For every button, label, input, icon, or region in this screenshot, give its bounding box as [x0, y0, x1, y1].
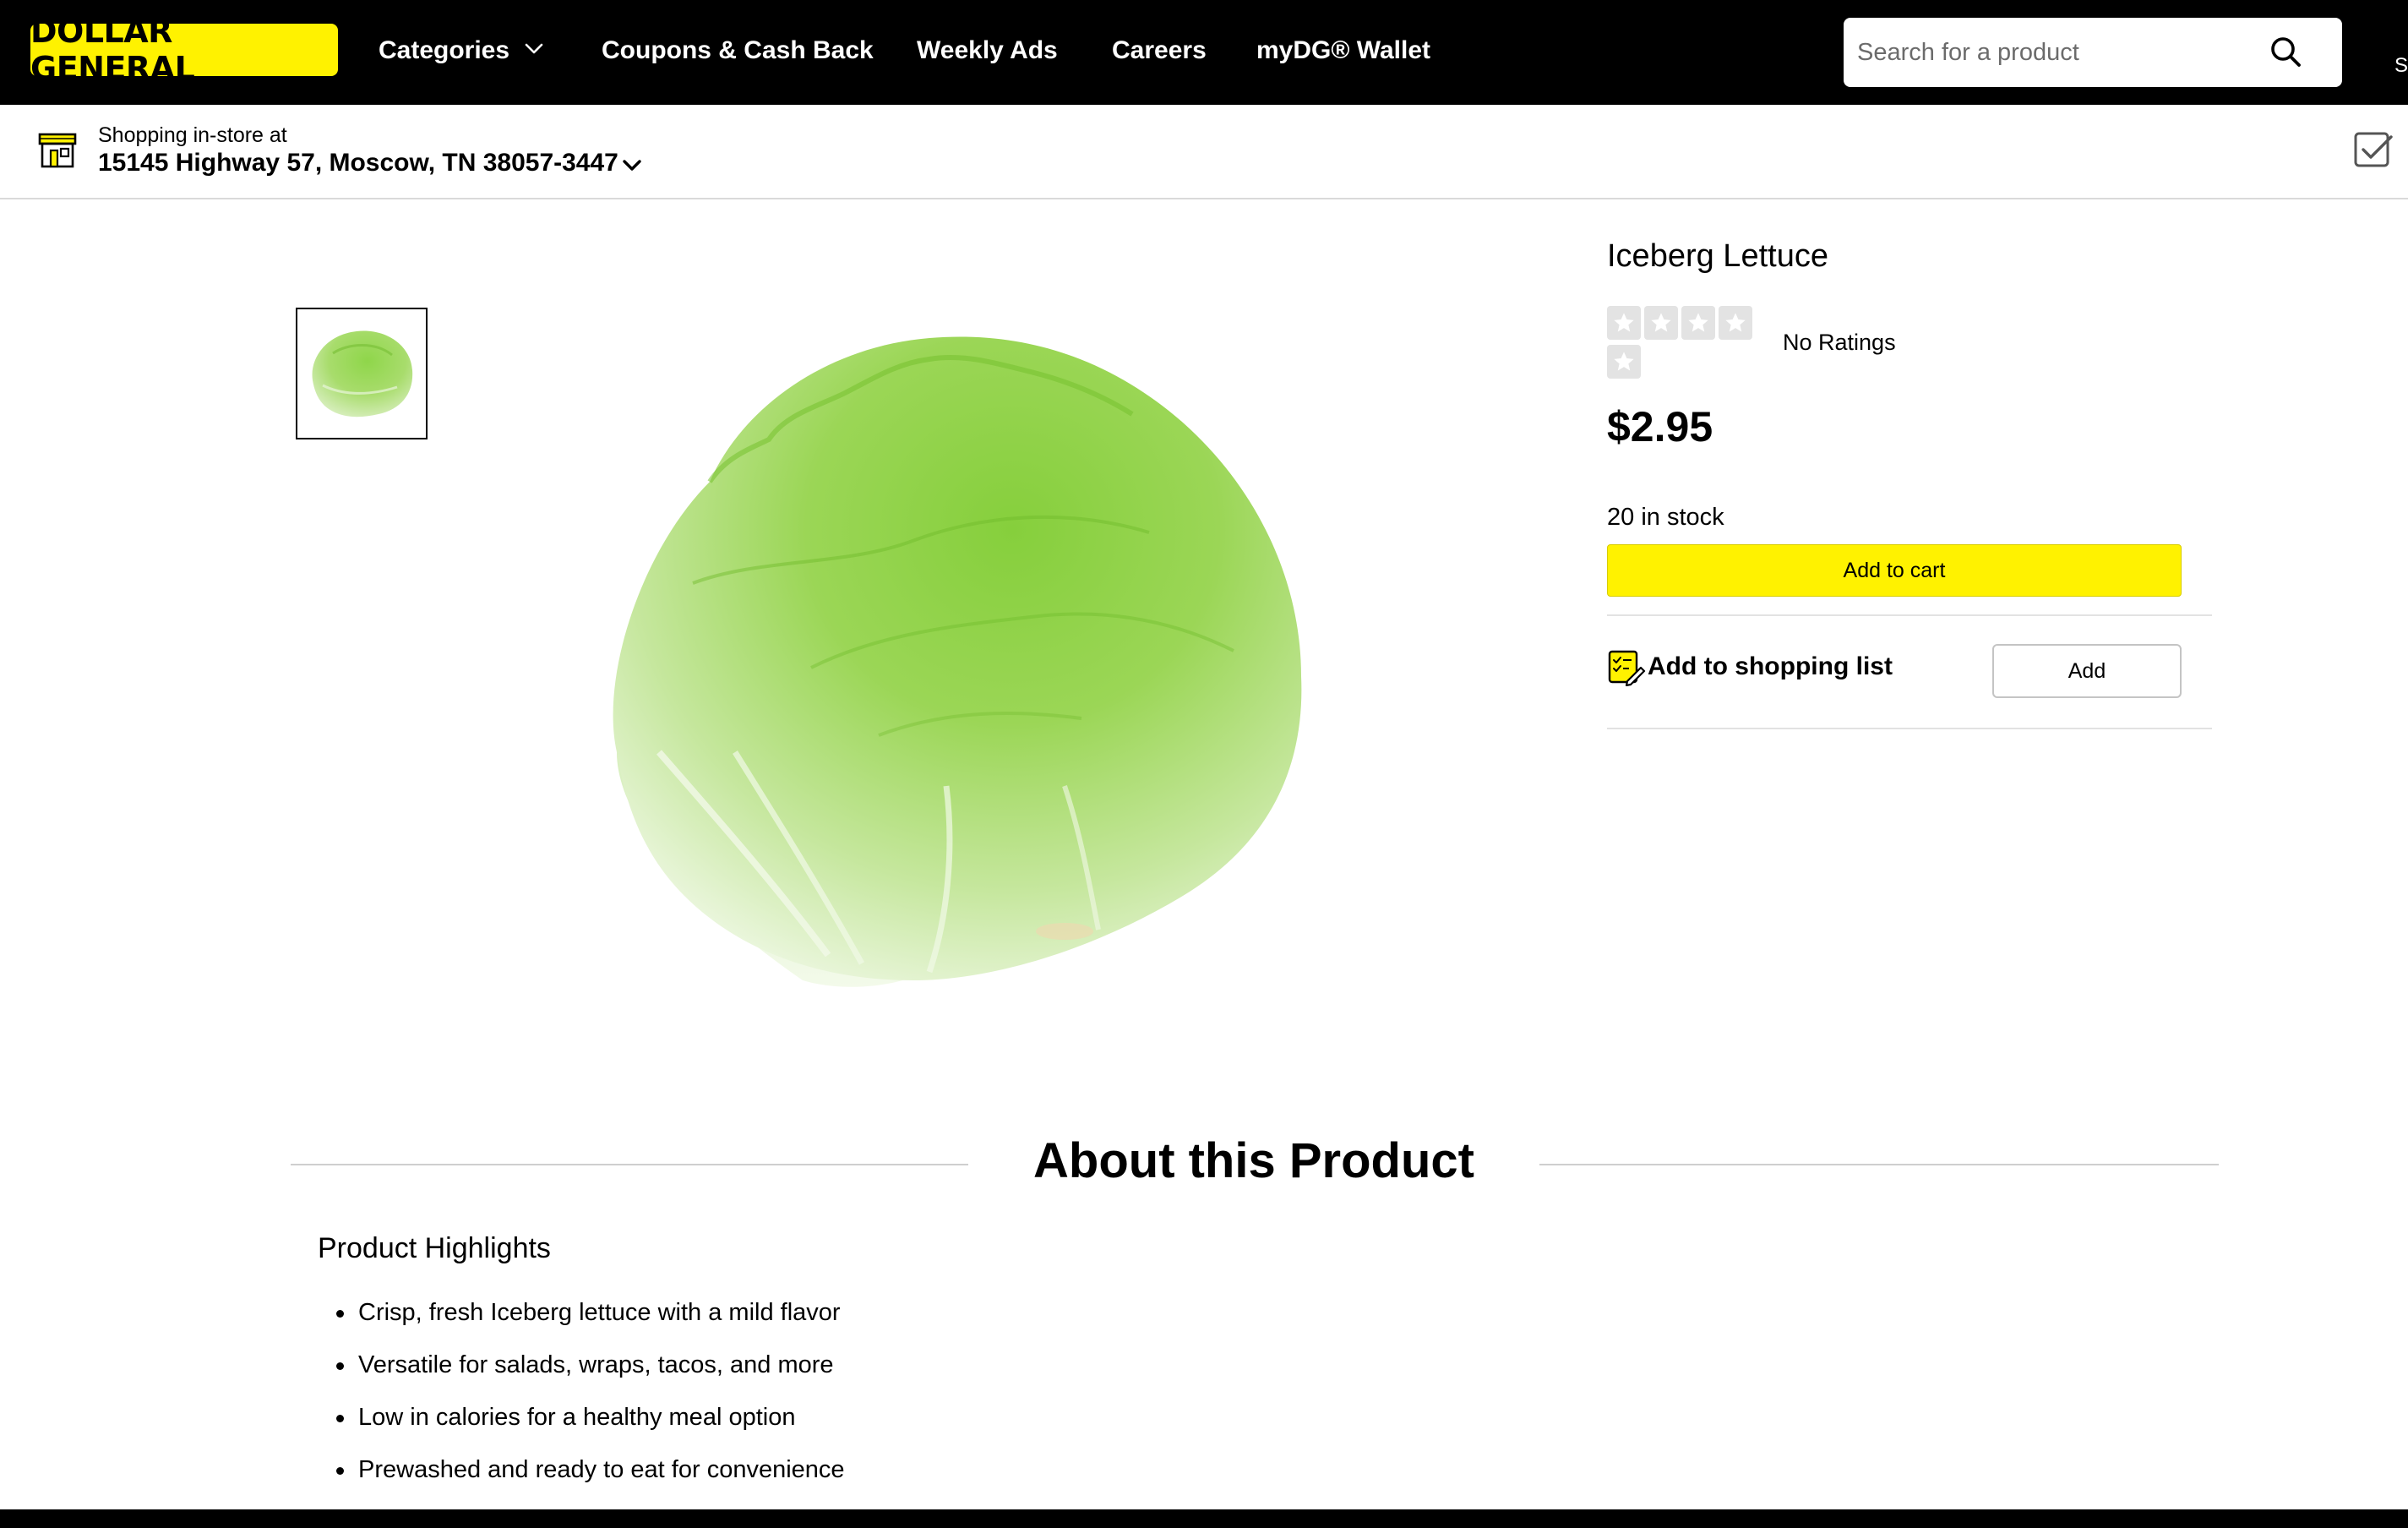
- search-icon[interactable]: [2263, 30, 2308, 75]
- footer-edge: [0, 1509, 2408, 1528]
- lettuce-thumbnail-image: [312, 330, 413, 417]
- star-icon: [1719, 306, 1752, 340]
- star-rating[interactable]: [1607, 306, 1759, 382]
- section-divider-left: [291, 1164, 968, 1165]
- store-address[interactable]: 15145 Highway 57, Moscow, TN 38057-3447: [98, 149, 618, 177]
- nav-coupons-cash-back[interactable]: Coupons & Cash Back: [602, 34, 874, 68]
- highlight-item: Prewashed and ready to eat for convenien…: [318, 1445, 845, 1498]
- chevron-down-icon[interactable]: [522, 37, 546, 61]
- product-title: Iceberg Lettuce: [1607, 238, 1828, 274]
- ratings-text: No Ratings: [1783, 330, 1896, 355]
- highlight-item: Low in calories for a healthy meal optio…: [318, 1393, 845, 1445]
- nav-categories[interactable]: Categories: [379, 34, 509, 68]
- star-icon: [1681, 306, 1715, 340]
- add-to-cart-button[interactable]: Add to cart: [1607, 544, 2182, 597]
- top-navigation-bar: DOLLAR GENERAL Categories Coupons & Cash…: [0, 0, 2408, 105]
- store-label: Shopping in-store at: [98, 123, 287, 147]
- star-icon: [1644, 306, 1678, 340]
- section-divider-right: [1539, 1164, 2219, 1165]
- shopping-list-icon[interactable]: [1607, 647, 1646, 686]
- highlight-item: Crisp, fresh Iceberg lettuce with a mild…: [318, 1288, 845, 1340]
- chevron-down-icon[interactable]: [620, 154, 644, 177]
- highlight-item: Versatile for salads, wraps, tacos, and …: [318, 1340, 845, 1393]
- divider: [1607, 614, 2212, 616]
- dollar-general-logo[interactable]: DOLLAR GENERAL: [30, 13, 338, 87]
- star-icon: [1607, 345, 1641, 379]
- stock-status: 20 in stock: [1607, 504, 1724, 531]
- product-highlights-title: Product Highlights: [318, 1232, 551, 1264]
- divider: [1607, 728, 2212, 729]
- star-icon: [1607, 306, 1641, 340]
- search-bar: [1844, 18, 2342, 87]
- store-icon: [38, 133, 77, 168]
- product-thumbnail[interactable]: [296, 308, 428, 439]
- add-to-shopping-list-label[interactable]: Add to shopping list: [1648, 652, 1893, 681]
- topbar-cut-off-text[interactable]: S: [2394, 54, 2408, 78]
- checklist-icon[interactable]: [2352, 128, 2394, 171]
- store-selector-bar: Shopping in-store at 15145 Highway 57, M…: [0, 105, 2408, 199]
- product-price: $2.95: [1607, 403, 1713, 450]
- lettuce-image: [613, 336, 1302, 987]
- product-main-image: [591, 313, 1428, 1014]
- search-input[interactable]: [1855, 18, 2278, 87]
- about-section-title: About this Product: [1033, 1133, 1474, 1188]
- add-to-list-button[interactable]: Add: [1992, 644, 2182, 698]
- nav-weekly-ads[interactable]: Weekly Ads: [917, 34, 1058, 68]
- nav-careers[interactable]: Careers: [1112, 34, 1207, 68]
- product-highlights-list: Crisp, fresh Iceberg lettuce with a mild…: [318, 1288, 845, 1498]
- nav-mydg-wallet[interactable]: myDG® Wallet: [1256, 34, 1430, 68]
